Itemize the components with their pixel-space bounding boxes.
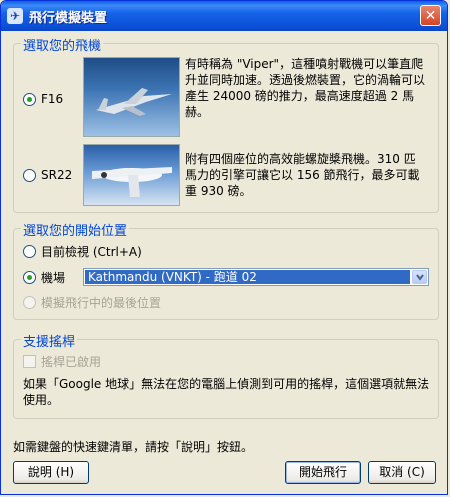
f16-image: [83, 57, 180, 137]
close-icon: ✕: [424, 8, 437, 24]
last-position-radio[interactable]: [23, 296, 36, 309]
f16-jet-icon: [96, 88, 172, 116]
window-title: 飛行模擬裝置: [29, 11, 108, 26]
keyboard-shortcut-hint: 如需鍵盤的快速鍵清單，請按「說明」按鈕。: [13, 440, 254, 454]
airport-select-arrow[interactable]: [412, 270, 427, 284]
joystick-note: 如果「Google 地球」無法在您的電腦上偵測到可用的搖桿，這個選項就無法使用。: [23, 377, 430, 407]
joystick-enabled-checkbox[interactable]: [23, 355, 36, 368]
sr22-description: 附有四個座位的高效能螺旋槳飛機。310 匹馬力的引擎可讓它以 156 節飛行，最…: [185, 152, 420, 198]
flight-simulator-dialog: ✈ 飛行模擬裝置 ✕ 選取您的飛機 F16 有時稱為 "Viper"，這種噴射戰…: [0, 0, 448, 495]
f16-radio[interactable]: [23, 93, 36, 106]
sr22-label[interactable]: SR22: [41, 168, 72, 182]
start-flight-button[interactable]: 開始飛行: [285, 461, 361, 484]
aircraft-group-label: 選取您的飛機: [21, 35, 104, 54]
current-view-radio[interactable]: [23, 245, 36, 258]
title-bar[interactable]: ✈ 飛行模擬裝置 ✕: [1, 1, 447, 31]
airport-radio[interactable]: [23, 271, 36, 284]
chevron-down-icon: [416, 274, 424, 281]
start-position-group-label: 選取您的開始位置: [21, 220, 130, 239]
last-position-label: 模擬飛行中的最後位置: [41, 296, 162, 310]
app-icon: ✈: [7, 8, 23, 24]
sr22-radio[interactable]: [23, 169, 36, 182]
f16-label[interactable]: F16: [41, 92, 63, 106]
help-button[interactable]: 說明 (H): [13, 461, 89, 484]
cancel-button[interactable]: 取消 (C): [368, 461, 436, 484]
joystick-enabled-label: 搖桿已啟用: [41, 355, 102, 369]
joystick-group-label: 支援搖桿: [21, 331, 78, 350]
sr22-propeller-plane-icon: [92, 167, 172, 197]
airport-label[interactable]: 機場: [41, 269, 65, 286]
airport-select[interactable]: Kathmandu (VNKT) - 跑道 02: [83, 268, 429, 286]
close-button[interactable]: ✕: [420, 5, 441, 26]
sr22-image: [83, 144, 180, 206]
airport-select-value: Kathmandu (VNKT) - 跑道 02: [85, 270, 410, 284]
current-view-label[interactable]: 目前檢視 (Ctrl+A): [41, 243, 142, 260]
f16-description: 有時稱為 "Viper"，這種噴射戰機可以筆直爬升並同時加速。透過後燃裝置，它的…: [185, 57, 426, 119]
